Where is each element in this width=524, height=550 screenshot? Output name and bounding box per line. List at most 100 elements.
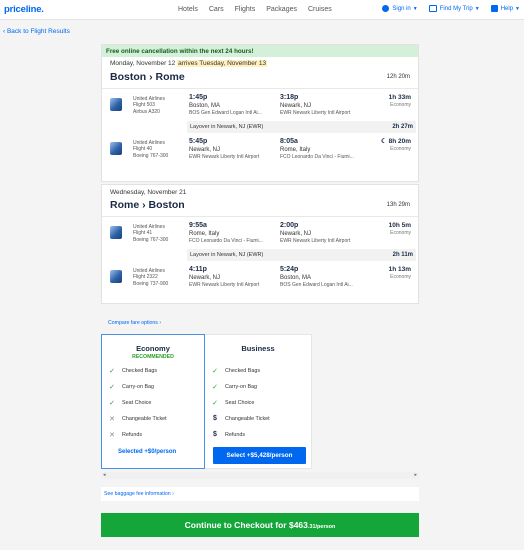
baggage-fee-link[interactable]: See baggage fee information ›	[101, 487, 419, 501]
inbound-route-row: Rome › Boston 13h 29m	[102, 197, 418, 212]
user-icon	[382, 5, 390, 12]
fare-card-economy[interactable]: Economy RECOMMENDED ✓ Checked Bags ✓ Carry…	[101, 334, 205, 469]
nav-cruises[interactable]: Cruises	[308, 6, 332, 13]
arrival-city: Newark, NJ	[280, 102, 312, 109]
feature-row: ✕ Changeable Ticket	[107, 415, 167, 423]
economy-selected-button[interactable]: Selected +$0/person	[118, 449, 176, 455]
chevron-down-icon: ▼	[515, 5, 520, 12]
x-icon: ✕	[109, 416, 115, 423]
inbound-duration: 13h 29m	[386, 201, 410, 208]
flight-segment: United Airlines Flight 503 Airbus A320 1:4…	[102, 88, 418, 121]
back-to-results-link[interactable]: ‹ Back to Flight Results	[3, 28, 70, 35]
priceline-logo[interactable]: priceline.	[4, 4, 44, 15]
airline-info: United Airlines Flight 41 Boeing 767-300	[133, 224, 168, 243]
departure-airport: BOS Gen Edward Logan Intl Ai...	[189, 109, 262, 116]
top-header: priceline. Hotels Cars Flights Packages …	[0, 0, 524, 20]
nav-hotels[interactable]: Hotels	[178, 6, 198, 13]
segment-duration-value: 1h 33m	[388, 94, 411, 101]
scroll-left-icon[interactable]: ◂	[103, 472, 106, 478]
departure-time: 1:45p	[189, 94, 208, 101]
continue-to-checkout-button[interactable]: Continue to Checkout for $463.31/person	[101, 513, 419, 537]
outbound-card: Free online cancellation within the next…	[101, 44, 419, 182]
layover-row: Layover in Newark, NJ (EWR) 2h 11m	[187, 249, 416, 261]
check-icon: ✓	[109, 368, 115, 375]
check-icon: ✓	[212, 384, 218, 391]
departure-airport: FCO Leonardo Da Vinci - Fiumi...	[189, 237, 263, 244]
scroll-right-icon[interactable]: ▸	[414, 472, 417, 478]
flight-segment: United Airlines Flight 41 Boeing 767-300 9…	[102, 216, 418, 249]
segment-duration: 1h 13m Economy	[389, 266, 411, 281]
inbound-date: Wednesday, November 21	[110, 189, 187, 196]
layover-time: 2h 27m	[392, 123, 413, 130]
airline-logo	[110, 142, 122, 155]
segment-duration-value: 1h 13m	[388, 266, 411, 273]
outbound-route-row: Boston › Rome 12h 20m	[102, 69, 418, 84]
airline-info: United Airlines Flight 40 Boeing 767-300	[133, 140, 168, 159]
segment-duration: 1h 33m Economy	[389, 94, 411, 109]
departure-info: 4:11p Newark, NJ EWR Newark Liberty Intl A…	[189, 266, 259, 288]
arrival-city: Rome, Italy	[280, 146, 311, 153]
feature-row: ✓ Seat Choice	[210, 399, 254, 407]
arrival-airport: BOS Gen Edward Logan Intl Ai...	[280, 281, 353, 288]
check-icon: ✓	[109, 400, 115, 407]
horizontal-scrollbar[interactable]: ◂ ▸	[101, 472, 419, 479]
help-button[interactable]: Help ▼	[490, 5, 520, 12]
arrival-info: 3:18p Newark, NJ EWR Newark Liberty Intl A…	[280, 94, 350, 116]
nav-cars[interactable]: Cars	[209, 6, 224, 13]
arrival-city: Newark, NJ	[280, 230, 312, 237]
chevron-down-icon: ▼	[412, 5, 418, 12]
feature-label: Checked Bags	[122, 368, 158, 374]
main-nav: Hotels Cars Flights Packages Cruises	[178, 6, 343, 13]
recommended-badge: RECOMMENDED	[132, 354, 174, 360]
arrival-info: 8:05a Rome, Italy FCO Leonardo Da Vinci - …	[280, 138, 354, 160]
feature-label: Refunds	[225, 431, 246, 438]
layover-time: 2h 11m	[392, 251, 413, 258]
feature-label: Seat Choice	[122, 400, 152, 406]
airline-info: United Airlines Flight 503 Airbus A320	[133, 96, 165, 115]
feature-label: Carry-on Bag	[225, 384, 258, 390]
feature-row: ✓ Carry-on Bag	[107, 383, 154, 391]
arrival-city: Boston, MA	[280, 274, 312, 281]
segment-duration-value: 10h 5m	[388, 222, 411, 229]
feature-row: $ Refunds	[210, 431, 245, 438]
departure-time: 4:11p	[189, 266, 207, 273]
sign-in-label: Sign in	[392, 5, 411, 12]
checkout-label: Continue to Checkout for $463	[184, 520, 308, 530]
feature-row: ✓ Seat Choice	[107, 399, 151, 407]
nav-flights[interactable]: Flights	[235, 6, 256, 13]
departure-date: Monday, November 12	[110, 60, 176, 67]
chevron-right-icon: ›	[172, 491, 174, 497]
layover-row: Layover in Newark, NJ (EWR) 2h 27m	[187, 121, 416, 133]
baggage-label: See baggage fee information	[104, 491, 171, 497]
aircraft: Boeing 767-300	[133, 152, 169, 159]
business-select-button[interactable]: Select +$5,428/person	[213, 447, 306, 464]
cabin-class: Economy	[390, 230, 411, 236]
check-icon: ✓	[212, 368, 218, 375]
feature-label: Checked Bags	[225, 368, 261, 374]
fare-card-business[interactable]: Business ✓ Checked Bags ✓ Carry-on Bag ✓ Se…	[205, 334, 312, 469]
sign-in-button[interactable]: Sign in ▼	[382, 5, 418, 12]
help-icon	[490, 5, 498, 12]
check-icon: ✓	[212, 400, 218, 407]
nav-packages[interactable]: Packages	[266, 6, 297, 13]
cabin-class: Economy	[390, 274, 411, 280]
departure-time: 5:45p	[189, 138, 208, 145]
inbound-card: Wednesday, November 21 Rome › Boston 13h…	[101, 184, 419, 304]
compare-fare-options-link[interactable]: Compare fare options ›	[108, 320, 161, 326]
find-my-trip-button[interactable]: Find My Trip ▼	[428, 5, 480, 12]
arrival-date-badge: arrives Tuesday, November 13	[177, 60, 268, 67]
cabin-class: Economy	[390, 146, 411, 152]
arrival-time: 3:18p	[280, 94, 299, 101]
dollar-icon: $	[213, 431, 217, 438]
arrival-time: 2:00p	[280, 222, 299, 229]
flight-segment: United Airlines Flight 40 Boeing 767-300 5…	[102, 133, 418, 166]
cabin-class: Economy	[390, 102, 411, 108]
arrival-airport: FCO Leonardo Da Vinci - Fiumi...	[280, 153, 354, 160]
feature-label: Changeable Ticket	[225, 415, 270, 422]
departure-info: 5:45p Newark, NJ EWR Newark Liberty Intl A…	[189, 138, 259, 160]
x-icon: ✕	[109, 432, 115, 439]
feature-row: ✕ Refunds	[107, 431, 142, 439]
chevron-down-icon: ▼	[474, 5, 480, 12]
departure-info: 1:45p Boston, MA BOS Gen Edward Logan Intl…	[189, 94, 262, 116]
moon-icon: ☾	[380, 138, 389, 145]
